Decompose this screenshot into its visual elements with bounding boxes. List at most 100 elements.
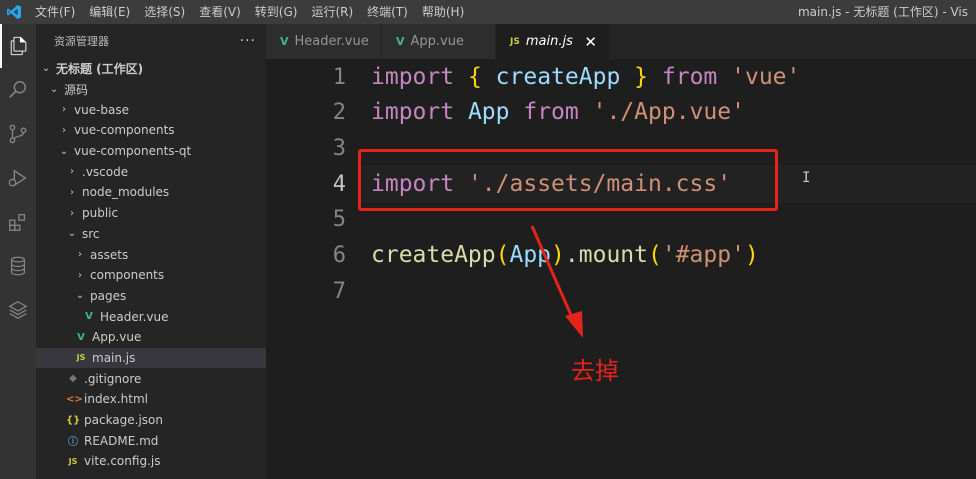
tab-label: main.js	[525, 34, 573, 49]
explorer-icon[interactable]	[0, 24, 36, 68]
menu-selection[interactable]: 选择(S)	[137, 0, 192, 24]
line-number: 3	[332, 135, 346, 161]
vue-file-icon: V	[280, 35, 289, 48]
tree-folder-src[interactable]: ⌄ src	[36, 224, 266, 245]
tree-folder-root[interactable]: ⌄ 源码	[36, 79, 266, 100]
vscode-logo-icon[interactable]	[0, 0, 28, 24]
line-number: 7	[332, 278, 346, 304]
tree-label: .gitignore	[84, 371, 142, 386]
line-number: 4	[332, 171, 346, 197]
chevron-right-icon: ›	[78, 249, 82, 261]
line-number: 1	[332, 64, 346, 90]
tab-main-js[interactable]: JS main.js ✕	[496, 24, 610, 59]
layers-icon[interactable]	[0, 288, 36, 332]
tree-label: App.vue	[92, 330, 142, 345]
chevron-down-icon: ⌄	[67, 228, 77, 240]
token-function: mount	[578, 242, 648, 268]
title-bar: 文件(F) 编辑(E) 选择(S) 查看(V) 转到(G) 运行(R) 终端(T…	[0, 0, 976, 24]
workspace-label: 无标题 (工作区)	[56, 61, 144, 76]
tree-label: README.md	[84, 433, 159, 448]
tree-folder-vue-components[interactable]: › vue-components	[36, 120, 266, 141]
tree-folder-node-modules[interactable]: › node_modules	[36, 182, 266, 203]
menu-edit[interactable]: 编辑(E)	[82, 0, 137, 24]
token-bracket: {	[467, 64, 482, 90]
code-text: import { createApp } from 'vue'	[371, 64, 800, 90]
tree-folder-components[interactable]: › components	[36, 265, 266, 286]
menu-run[interactable]: 运行(R)	[304, 0, 360, 24]
highlight-box	[358, 149, 778, 211]
tree-label: Header.vue	[100, 309, 169, 324]
tree-file-readme[interactable]: ⓘ README.md	[36, 430, 266, 451]
tree-file-header-vue[interactable]: V Header.vue	[36, 306, 266, 327]
menu-bar: 文件(F) 编辑(E) 选择(S) 查看(V) 转到(G) 运行(R) 终端(T…	[28, 0, 471, 24]
line-number: 5	[332, 206, 346, 232]
code-line-2[interactable]: 2 import App from './App.vue'	[266, 94, 976, 130]
token-keyword: from	[523, 99, 579, 125]
menu-view[interactable]: 查看(V)	[192, 0, 248, 24]
info-file-icon: ⓘ	[68, 437, 78, 449]
token-identifier: App	[509, 242, 552, 268]
tree-label: index.html	[84, 392, 148, 407]
token-keyword: import	[371, 99, 455, 125]
js-file-icon: JS	[68, 456, 78, 466]
tree-file-app-vue[interactable]: V App.vue	[36, 327, 266, 348]
menu-help[interactable]: 帮助(H)	[415, 0, 471, 24]
token-keyword: from	[661, 64, 718, 90]
tree-folder-public[interactable]: › public	[36, 203, 266, 224]
code-line-7[interactable]: 7	[266, 273, 976, 309]
tree-folder-assets[interactable]: › assets	[36, 244, 266, 265]
tree-label: assets	[90, 247, 129, 262]
tree-label: public	[82, 206, 119, 221]
tree-file-package-json[interactable]: {} package.json	[36, 410, 266, 431]
tree-label: src	[82, 226, 100, 241]
chevron-right-icon: ›	[78, 269, 82, 281]
database-icon[interactable]	[0, 244, 36, 288]
explorer-sidebar: 资源管理器 ··· ⌄ 无标题 (工作区) ⌄ 源码 › vue-base › …	[36, 24, 266, 479]
tree-file-vite-config[interactable]: JS vite.config.js	[36, 451, 266, 472]
token-bracket: (	[495, 242, 510, 268]
tree-folder-vue-components-qt[interactable]: ⌄ vue-components-qt	[36, 141, 266, 162]
tree-label: node_modules	[82, 185, 170, 200]
extensions-icon[interactable]	[0, 200, 36, 244]
explorer-title: 资源管理器	[54, 35, 109, 48]
chevron-right-icon: ›	[70, 207, 74, 219]
editor-tabs: V Header.vue V App.vue JS main.js ✕	[266, 24, 976, 59]
close-icon[interactable]: ✕	[584, 33, 597, 51]
activity-bar	[0, 24, 36, 479]
menu-file[interactable]: 文件(F)	[28, 0, 82, 24]
js-file-icon: JS	[510, 36, 520, 47]
chevron-down-icon: ⌄	[75, 290, 85, 302]
tree-label: vue-components	[74, 123, 175, 138]
tree-file-gitignore[interactable]: ◆ .gitignore	[36, 368, 266, 389]
tab-label: App.vue	[410, 34, 464, 49]
token-keyword: import	[371, 64, 455, 90]
chevron-down-icon: ⌄	[59, 145, 69, 157]
tree-folder-vscode[interactable]: › .vscode	[36, 161, 266, 182]
run-debug-icon[interactable]	[0, 156, 36, 200]
tree-folder-pages[interactable]: ⌄ pages	[36, 286, 266, 307]
code-editor[interactable]: 1 import { createApp } from 'vue' 2 impo…	[266, 59, 976, 479]
menu-go[interactable]: 转到(G)	[248, 0, 305, 24]
tree-file-index-html[interactable]: <> index.html	[36, 389, 266, 410]
search-icon[interactable]	[0, 68, 36, 112]
vue-file-icon: V	[85, 311, 93, 323]
tab-header-vue[interactable]: V Header.vue	[266, 24, 382, 59]
tree-folder-vue-base[interactable]: › vue-base	[36, 99, 266, 120]
chevron-right-icon: ›	[62, 124, 66, 136]
annotation-label: 去掉	[571, 357, 619, 385]
tree-label: 源码	[64, 82, 89, 97]
menu-terminal[interactable]: 终端(T)	[360, 0, 415, 24]
token-bracket: )	[551, 242, 565, 268]
code-line-1[interactable]: 1 import { createApp } from 'vue'	[266, 59, 976, 95]
source-control-icon[interactable]	[0, 112, 36, 156]
tree-label: package.json	[84, 413, 164, 428]
tab-app-vue[interactable]: V App.vue	[382, 24, 496, 59]
token-identifier: createApp	[495, 64, 621, 90]
more-actions-icon[interactable]: ···	[240, 33, 256, 49]
tree-label: components	[90, 268, 165, 283]
text-cursor-icon: I	[802, 170, 811, 186]
workspace-row[interactable]: ⌄ 无标题 (工作区)	[36, 58, 266, 79]
tree-file-main-js[interactable]: JS main.js	[36, 347, 266, 369]
token-function: createApp	[371, 242, 496, 268]
code-line-6[interactable]: 6 createApp(App).mount('#app')	[266, 237, 976, 273]
